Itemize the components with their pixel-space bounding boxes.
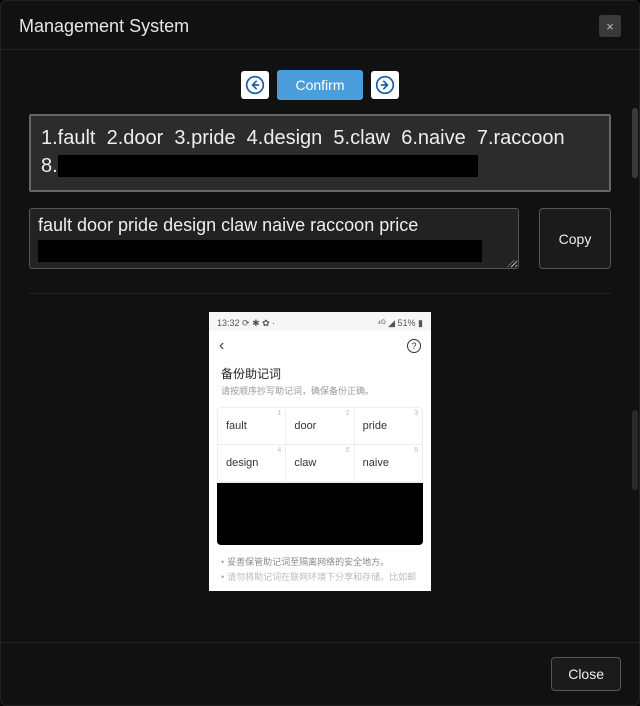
- phone-grid-row: fault1door2pride3: [218, 408, 422, 445]
- modal-title: Management System: [19, 16, 189, 37]
- phone-subtitle: 请按顺序抄写助记词，确保备份正确。: [209, 384, 431, 407]
- modal-header: Management System ×: [1, 1, 639, 50]
- phone-grid-cell: door2: [286, 408, 354, 445]
- words-text: fault door pride design claw naive racco…: [38, 215, 510, 236]
- help-icon[interactable]: ?: [407, 339, 421, 353]
- redacted-block: [58, 155, 478, 177]
- phone-grid-cell: fault1: [218, 408, 286, 445]
- phone-grid-cell: claw5: [286, 445, 354, 482]
- next-button[interactable]: [371, 71, 399, 99]
- back-icon[interactable]: ‹: [219, 337, 224, 355]
- numbered-words-box[interactable]: 1.fault 2.door 3.pride 4.design 5.claw 6…: [29, 114, 611, 192]
- phone-nav: ‹ ?: [209, 331, 431, 361]
- phone-status-right: ⁴ᴳ ◢ 51% ▮: [377, 318, 423, 329]
- phone-statusbar: 13:32 ⟳ ✱ ✿ · ⁴ᴳ ◢ 51% ▮: [209, 312, 431, 331]
- modal-body: Confirm 1.fault 2.door 3.pride 4.design …: [1, 50, 639, 642]
- arrow-right-icon: [375, 75, 395, 95]
- close-icon[interactable]: ×: [599, 15, 621, 37]
- prev-button[interactable]: [241, 71, 269, 99]
- confirm-button[interactable]: Confirm: [277, 70, 362, 100]
- phone-redacted-block: [217, 483, 423, 545]
- phone-grid-cell: pride3: [355, 408, 422, 445]
- phone-title: 备份助记词: [209, 361, 431, 384]
- copy-button[interactable]: Copy: [539, 208, 611, 269]
- scrollbar[interactable]: [631, 50, 639, 642]
- redacted-block: [38, 240, 482, 262]
- arrow-left-icon: [245, 75, 265, 95]
- modal: Management System × Confirm 1.fault: [0, 0, 640, 706]
- phone-note: •妥善保管助记词至隔离网络的安全地方。 •请勿将助记词在联网环境下分享和存储，比…: [209, 545, 431, 591]
- words-textarea[interactable]: fault door pride design claw naive racco…: [29, 208, 519, 269]
- copy-row: fault door pride design claw naive racco…: [29, 208, 611, 269]
- close-button[interactable]: Close: [551, 657, 621, 691]
- phone-status-left: 13:32 ⟳ ✱ ✿ ·: [217, 318, 275, 329]
- phone-grid-cell: naive6: [355, 445, 422, 482]
- modal-footer: Close: [1, 642, 639, 705]
- phone-grid-row: design4claw5naive6: [218, 445, 422, 482]
- resize-handle-icon[interactable]: [506, 256, 516, 266]
- toolbar: Confirm: [29, 70, 611, 100]
- phone-grid-cell: design4: [218, 445, 286, 482]
- divider: [29, 293, 611, 294]
- phone-note-line1: 妥善保管助记词至隔离网络的安全地方。: [227, 557, 389, 567]
- phone-word-grid: fault1door2pride3design4claw5naive6: [217, 407, 423, 483]
- phone-note-line2: 请勿将助记词在联网环境下分享和存储，比如邮: [227, 572, 416, 582]
- phone-mockup: 13:32 ⟳ ✱ ✿ · ⁴ᴳ ◢ 51% ▮ ‹ ? 备份助记词 请按顺序抄…: [209, 312, 431, 591]
